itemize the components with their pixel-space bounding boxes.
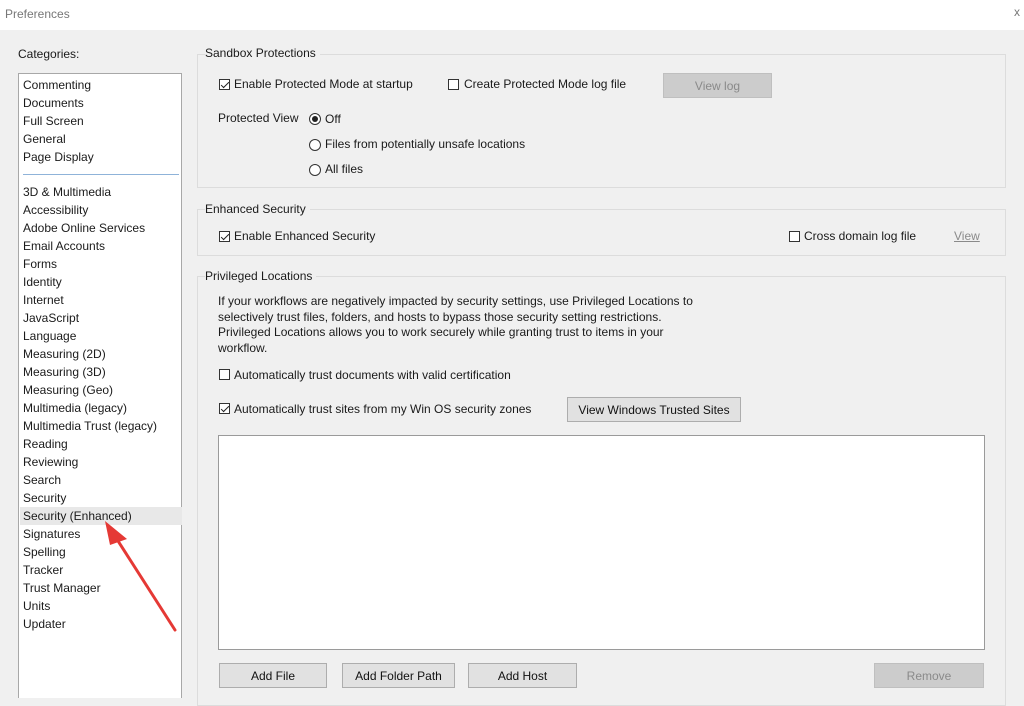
protected-view-off-label: Off: [325, 112, 341, 126]
protected-view-unsafe-radio[interactable]: [309, 139, 321, 151]
category-updater[interactable]: Updater: [23, 615, 66, 633]
close-icon[interactable]: x: [1014, 5, 1020, 19]
trust-sites-checkbox[interactable]: [219, 403, 230, 414]
window-title: Preferences: [5, 7, 70, 21]
enable-protected-mode-checkbox[interactable]: [219, 79, 230, 90]
privileged-locations-description: If your workflows are negatively impacte…: [218, 294, 693, 355]
enhanced-security-title: Enhanced Security: [205, 202, 310, 216]
protected-view-all-label: All files: [325, 162, 364, 176]
category-multimedia-legacy[interactable]: Multimedia (legacy): [23, 399, 127, 417]
category-javascript[interactable]: JavaScript: [23, 309, 79, 327]
category-email-accounts[interactable]: Email Accounts: [23, 237, 105, 255]
privileged-locations-list[interactable]: [218, 435, 985, 650]
create-log-checkbox[interactable]: [448, 79, 459, 90]
category-reading[interactable]: Reading: [23, 435, 68, 453]
category-multimedia-trust-legacy[interactable]: Multimedia Trust (legacy): [23, 417, 157, 435]
enable-enhanced-security-label: Enable Enhanced Security: [234, 229, 376, 243]
category-measuring-geo[interactable]: Measuring (Geo): [23, 381, 113, 399]
sandbox-protections-title: Sandbox Protections: [205, 46, 320, 60]
category-full-screen[interactable]: Full Screen: [23, 112, 84, 130]
enable-protected-mode-label: Enable Protected Mode at startup: [234, 77, 413, 91]
category-reviewing[interactable]: Reviewing: [23, 453, 78, 471]
add-host-button[interactable]: Add Host: [468, 663, 577, 688]
category-accessibility[interactable]: Accessibility: [23, 201, 88, 219]
cross-domain-log-label: Cross domain log file: [804, 229, 917, 243]
trust-sites-label: Automatically trust sites from my Win OS…: [234, 402, 532, 416]
category-search[interactable]: Search: [23, 471, 61, 489]
view-log-button[interactable]: View log: [663, 73, 772, 98]
protected-view-unsafe-label: Files from potentially unsafe locations: [325, 137, 526, 151]
protected-view-all-radio[interactable]: [309, 164, 321, 176]
add-folder-path-button[interactable]: Add Folder Path: [342, 663, 455, 688]
category-internet[interactable]: Internet: [23, 291, 64, 309]
protected-view-off-radio[interactable]: [309, 113, 321, 125]
category-separator: [23, 174, 179, 175]
category-signatures[interactable]: Signatures: [23, 525, 80, 543]
category-units[interactable]: Units: [23, 597, 50, 615]
cross-domain-log-checkbox[interactable]: [789, 231, 800, 242]
view-windows-trusted-sites-button[interactable]: View Windows Trusted Sites: [567, 397, 741, 422]
create-log-label: Create Protected Mode log file: [464, 77, 627, 91]
category-commenting[interactable]: Commenting: [23, 76, 91, 94]
category-page-display[interactable]: Page Display: [23, 148, 94, 166]
category-identity[interactable]: Identity: [23, 273, 62, 291]
remove-button[interactable]: Remove: [874, 663, 984, 688]
title-bar: Preferences x: [0, 0, 1024, 30]
category-security[interactable]: Security: [23, 489, 66, 507]
protected-view-label: Protected View: [218, 111, 299, 125]
category-language[interactable]: Language: [23, 327, 76, 345]
view-link[interactable]: View: [954, 229, 980, 243]
category-tracker[interactable]: Tracker: [23, 561, 63, 579]
category-adobe-online-services[interactable]: Adobe Online Services: [23, 219, 145, 237]
trust-certified-label: Automatically trust documents with valid…: [234, 368, 511, 382]
categories-label: Categories:: [18, 47, 80, 61]
category-trust-manager[interactable]: Trust Manager: [23, 579, 101, 597]
privileged-locations-title: Privileged Locations: [205, 269, 317, 283]
category-spelling[interactable]: Spelling: [23, 543, 66, 561]
red-arrow-icon: [105, 521, 177, 632]
enable-enhanced-security-checkbox[interactable]: [219, 231, 230, 242]
category-documents[interactable]: Documents: [23, 94, 84, 112]
add-file-button[interactable]: Add File: [219, 663, 327, 688]
category-forms[interactable]: Forms: [23, 255, 57, 273]
trust-certified-checkbox[interactable]: [219, 369, 230, 380]
category-measuring-2d[interactable]: Measuring (2D): [23, 345, 106, 363]
category-general[interactable]: General: [23, 130, 66, 148]
category-3d-multimedia[interactable]: 3D & Multimedia: [23, 183, 111, 201]
category-measuring-3d[interactable]: Measuring (3D): [23, 363, 106, 381]
